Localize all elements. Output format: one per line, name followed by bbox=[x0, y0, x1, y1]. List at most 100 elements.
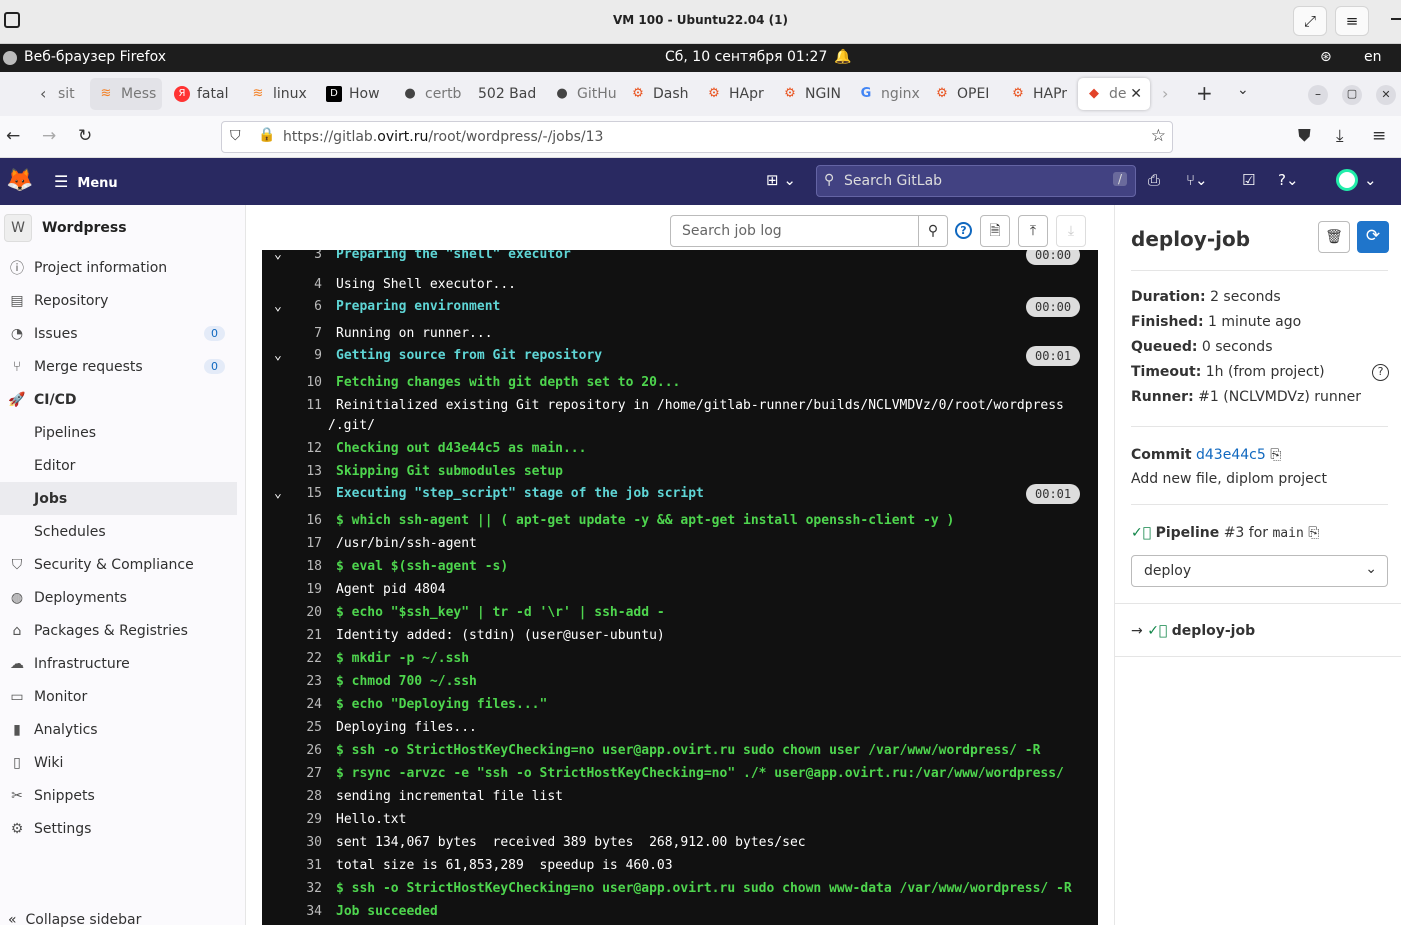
sidebar-item-pipelines[interactable]: Pipelines bbox=[0, 416, 237, 449]
sidebar-item-schedules[interactable]: Schedules bbox=[0, 515, 237, 548]
minimize-icon[interactable] bbox=[1391, 18, 1401, 20]
scroll-bottom-button[interactable]: ⤓ bbox=[1056, 215, 1086, 247]
search-input[interactable]: ⚲ Search GitLab / bbox=[816, 165, 1136, 197]
tab[interactable]: ● GitHu bbox=[546, 78, 618, 110]
chevron-down-icon[interactable]: ⌄ bbox=[274, 299, 282, 314]
tab-scroll-right-icon[interactable]: › bbox=[1162, 84, 1168, 103]
sidebar-item-project-information[interactable]: ⓘ Project information bbox=[0, 251, 237, 284]
sidebar-item-cicd[interactable]: 🚀 CI/CD bbox=[0, 383, 237, 416]
job-list-item[interactable]: → ✓⃝ deploy-job bbox=[1131, 623, 1255, 639]
sidebar-item-infrastructure[interactable]: ☁ Infrastructure bbox=[0, 647, 237, 680]
bell-icon[interactable]: 🔔 bbox=[834, 49, 851, 65]
back-icon[interactable]: ← bbox=[6, 126, 20, 146]
retry-job-button[interactable]: ⟳ bbox=[1357, 221, 1389, 253]
tab[interactable]: ≋ linux bbox=[242, 78, 314, 110]
firefox-app-icon bbox=[3, 51, 17, 65]
raw-log-button[interactable]: 🗎 bbox=[980, 215, 1010, 247]
scroll-top-button[interactable]: ⤒ bbox=[1018, 215, 1048, 247]
copy-icon[interactable]: ⎘ bbox=[1308, 525, 1319, 541]
gitlab-icon: ◆ bbox=[1089, 86, 1099, 101]
pipeline-link[interactable]: Pipeline bbox=[1156, 525, 1220, 541]
reload-icon[interactable]: ↻ bbox=[78, 126, 92, 146]
fullscreen-icon[interactable]: ⤢ bbox=[1293, 6, 1327, 36]
pocket-icon[interactable]: ⛊ bbox=[1298, 126, 1311, 146]
project-avatar[interactable]: W bbox=[4, 214, 32, 242]
tab[interactable]: ⚙ HApr bbox=[698, 78, 770, 110]
window-close-icon[interactable]: ✕ bbox=[1376, 85, 1396, 105]
url-bar[interactable]: ⛉ 🔒 https://gitlab.ovirt.ru/root/wordpre… bbox=[221, 121, 1173, 153]
stage-select[interactable]: deploy ⌄ bbox=[1131, 555, 1388, 587]
tab-strip: ‹ sit ≋ Mess Яfatal ≋ linux D How ● certb 50… bbox=[0, 72, 1401, 116]
cloud-icon: ☁ bbox=[10, 655, 24, 672]
sidebar-item-settings[interactable]: ⚙ Settings bbox=[0, 812, 237, 845]
project-name[interactable]: Wordpress bbox=[42, 220, 127, 236]
tab[interactable]: ● certb bbox=[394, 78, 466, 110]
tab[interactable]: sit bbox=[50, 78, 84, 110]
sidebar-item-issues[interactable]: ◔ Issues 0 bbox=[0, 317, 237, 350]
bookmark-star-icon[interactable]: ☆ bbox=[1151, 126, 1166, 146]
erase-job-button[interactable]: 🗑 bbox=[1318, 221, 1350, 253]
language-indicator[interactable]: en bbox=[1364, 49, 1382, 65]
tab[interactable]: 502 Bad bbox=[470, 78, 542, 110]
sidebar-item-packages[interactable]: ⌂ Packages & Registries bbox=[0, 614, 237, 647]
sidebar-item-security[interactable]: ⛉ Security & Compliance bbox=[0, 548, 237, 581]
tab[interactable]: ⚙ NGIN bbox=[774, 78, 846, 110]
sidebar-item-wiki[interactable]: ▯ Wiki bbox=[0, 746, 237, 779]
log-search-input[interactable]: Search job log bbox=[670, 215, 919, 247]
sidebar-item-analytics[interactable]: ▮ Analytics bbox=[0, 713, 237, 746]
tab[interactable]: ⚙ OPEI bbox=[926, 78, 998, 110]
tab[interactable]: Gnginx bbox=[850, 78, 922, 110]
chevron-down-icon[interactable]: ⌄ bbox=[1364, 171, 1377, 189]
section-duration: 00:01 bbox=[1026, 484, 1081, 504]
copy-icon[interactable]: ⎘ bbox=[1270, 447, 1281, 463]
tab-scroll-left-icon[interactable]: ‹ bbox=[40, 84, 46, 103]
sidebar-item-monitor[interactable]: ▭ Monitor bbox=[0, 680, 237, 713]
sidebar-item-editor[interactable]: Editor bbox=[0, 449, 237, 482]
tab-active[interactable]: ◆ de ✕ bbox=[1078, 78, 1150, 110]
tab[interactable]: Яfatal bbox=[166, 78, 238, 110]
todos-icon[interactable]: ☑ bbox=[1242, 171, 1255, 189]
forward-icon[interactable]: → bbox=[42, 126, 56, 146]
accessibility-icon[interactable]: ⊛ bbox=[1320, 49, 1332, 65]
sidebar-item-merge-requests[interactable]: ⑂ Merge requests 0 bbox=[0, 350, 237, 383]
log-search-button[interactable]: ⚲ bbox=[918, 215, 948, 247]
sidebar-item-snippets[interactable]: ✂ Snippets bbox=[0, 779, 237, 812]
help-icon[interactable]: ? bbox=[1372, 364, 1389, 381]
shield-icon[interactable]: ⛉ bbox=[230, 128, 241, 144]
chevron-down-icon[interactable]: ⌄ bbox=[274, 348, 282, 363]
tab[interactable]: ⚙ Dash bbox=[622, 78, 694, 110]
new-item-icon[interactable]: ⊞ ⌄ bbox=[766, 171, 796, 189]
count-badge: 0 bbox=[204, 326, 225, 341]
downloads-icon[interactable]: ⤓ bbox=[1336, 126, 1344, 146]
active-app-name[interactable]: Веб-браузер Firefox bbox=[24, 49, 166, 65]
chevron-down-icon[interactable]: ⌄ bbox=[274, 486, 282, 501]
window-maximize-icon[interactable]: ▢ bbox=[1342, 85, 1362, 105]
app-menu-icon[interactable]: ≡ bbox=[1372, 126, 1386, 146]
chevron-down-icon[interactable]: ⌄ bbox=[274, 250, 282, 262]
gitlab-logo-icon[interactable]: 🦊 bbox=[6, 168, 33, 193]
avatar[interactable] bbox=[1336, 169, 1358, 191]
commit-link[interactable]: d43e44c5 bbox=[1196, 447, 1266, 463]
sidebar-item-jobs[interactable]: Jobs bbox=[0, 482, 237, 515]
new-tab-icon[interactable]: + bbox=[1196, 81, 1213, 105]
sidebar-item-repository[interactable]: ▤ Repository bbox=[0, 284, 237, 317]
branch-name[interactable]: main bbox=[1272, 526, 1303, 541]
tab[interactable]: D How bbox=[318, 78, 390, 110]
help-icon[interactable]: ? bbox=[955, 222, 972, 239]
success-icon: ✓⃝ bbox=[1131, 525, 1152, 541]
close-tab-icon[interactable]: ✕ bbox=[1130, 86, 1142, 102]
hamburger-menu-icon[interactable]: ≡ bbox=[1335, 6, 1369, 36]
issues-icon[interactable]: ⎙ bbox=[1148, 171, 1160, 189]
collapse-sidebar-button[interactable]: « Collapse sidebar bbox=[8, 912, 141, 928]
clock[interactable]: Сб, 10 сентября 01:27 bbox=[665, 49, 827, 65]
sidebar-item-deployments[interactable]: ◍ Deployments bbox=[0, 581, 237, 614]
gear-icon: ⚙ bbox=[936, 86, 948, 101]
window-minimize-icon[interactable]: – bbox=[1308, 85, 1328, 105]
tab[interactable]: ≋ Mess bbox=[90, 78, 162, 110]
list-tabs-icon[interactable]: ⌄ bbox=[1237, 82, 1249, 98]
help-icon[interactable]: ?⌄ bbox=[1278, 171, 1299, 189]
tab[interactable]: ⚙ HAPr bbox=[1002, 78, 1074, 110]
merge-requests-icon[interactable]: ⑂⌄ bbox=[1186, 171, 1208, 189]
menu-button[interactable]: ☰ Menu bbox=[54, 172, 118, 191]
lock-icon[interactable]: 🔒 bbox=[258, 127, 275, 143]
